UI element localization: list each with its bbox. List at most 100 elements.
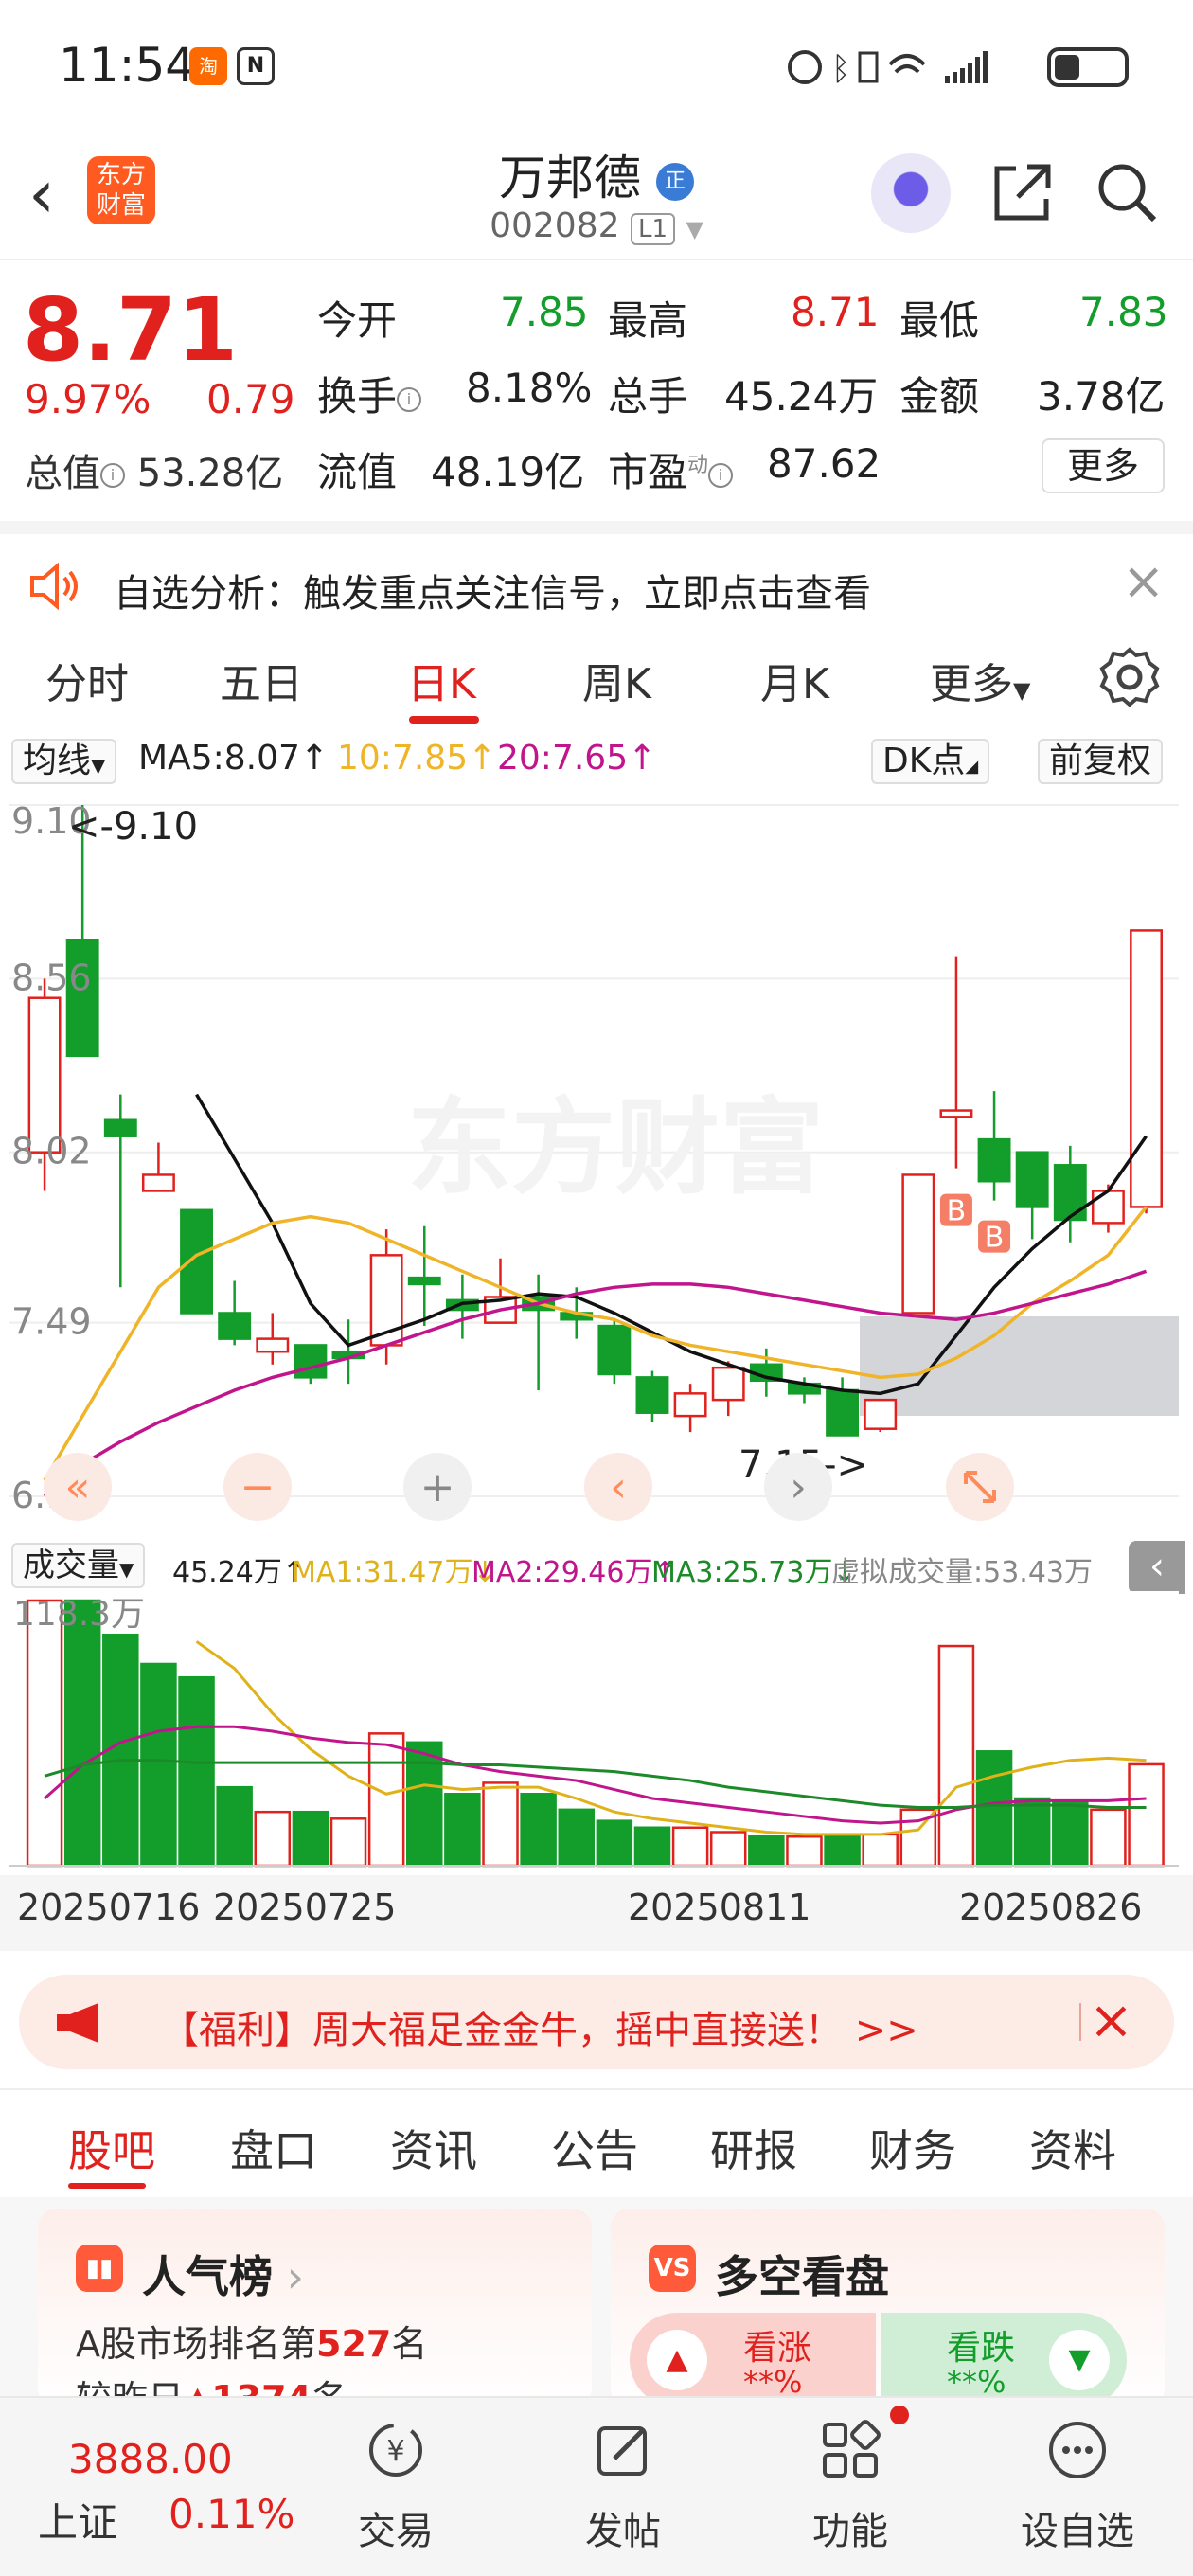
tab-profile[interactable]: 资料 <box>1029 2117 1116 2179</box>
amount-label: 金额 <box>899 373 980 420</box>
candlestick-chart[interactable]: 东方财富 BB 9.108.568.027.496.95 <-9.10 7.15… <box>9 796 1179 1534</box>
bull-label: 看涨 <box>743 2329 812 2368</box>
close-icon[interactable]: × <box>1089 1990 1133 2051</box>
candle-body <box>218 1312 252 1340</box>
index-pct: 0.11% <box>169 2491 295 2537</box>
candle-body <box>597 1324 632 1376</box>
info-icon: i <box>708 462 734 488</box>
tab-pankou[interactable]: 盘口 <box>230 2117 317 2179</box>
volume-chart[interactable]: 118.3万 <box>9 1591 1179 1875</box>
tab-news[interactable]: 资讯 <box>390 2117 477 2179</box>
candle <box>1130 929 1163 1214</box>
svg-text:−: − <box>240 1463 276 1512</box>
candle-body <box>103 1118 137 1137</box>
buy-marker: B <box>939 1193 972 1228</box>
badge-icon: 正 <box>655 162 694 201</box>
tab-research[interactable]: 研报 <box>710 2117 797 2179</box>
candle-body <box>27 996 62 1154</box>
dk-point-button[interactable]: DK点◢ <box>871 739 990 784</box>
add-watchlist-button[interactable]: 设自选 <box>1006 2417 1148 2555</box>
date-label: 20250716 <box>17 1887 201 1928</box>
popularity-title: 人气榜 › <box>142 2251 305 2302</box>
candle-body <box>635 1376 669 1414</box>
tab-daily-k[interactable]: 日K <box>407 650 476 710</box>
collapse-icon[interactable]: ‹ <box>1129 1541 1185 1594</box>
promo-banner[interactable]: 【福利】周大福足金金牛，摇中直接送！ >> × <box>19 1975 1174 2069</box>
date-label: 20250826 <box>959 1887 1143 1928</box>
notice-text: 自选分析：触发重点关注信号，立即点击查看 <box>114 572 871 616</box>
volume-bar <box>216 1785 253 1868</box>
tab-guba[interactable]: 股吧 <box>68 2117 155 2179</box>
candle-body <box>1130 929 1163 1208</box>
pe-value: 87.62 <box>767 440 881 487</box>
volume-bar <box>748 1834 785 1868</box>
svg-text:«: « <box>65 1463 91 1512</box>
volume-ma2: MA2:29.46万↑ <box>472 1556 677 1589</box>
status-time: 11:54 <box>59 38 196 93</box>
tab-monthly-k[interactable]: 月K <box>760 650 829 710</box>
tab-announcement[interactable]: 公告 <box>551 2117 638 2179</box>
volume-bar <box>671 1826 709 1868</box>
volume-selector[interactable]: 成交量▼ <box>11 1543 146 1588</box>
trade-button[interactable]: ¥ 交易 <box>325 2417 467 2555</box>
divider <box>1079 2003 1081 2041</box>
volume-bar <box>558 1808 595 1868</box>
svg-text:›: › <box>790 1463 807 1512</box>
candle-body <box>294 1344 328 1379</box>
volume-bar <box>367 1732 405 1868</box>
close-icon[interactable]: × <box>1122 551 1165 611</box>
notice-bar[interactable]: 自选分析：触发重点关注信号，立即点击查看 × <box>0 521 1193 625</box>
turnover-value: 8.18% <box>466 365 593 411</box>
total-value: 53.28亿 <box>136 452 284 495</box>
search-icon[interactable] <box>1094 159 1160 225</box>
bull-button[interactable]: ▲ 看涨 **% <box>630 2313 876 2407</box>
highlight-zone <box>860 1316 1179 1416</box>
post-button[interactable]: 发帖 <box>552 2417 694 2555</box>
popularity-card[interactable]: ▮▮ 人气榜 › A股市场排名第527名 较昨日▲1374名 <box>38 2209 592 2420</box>
tab-more[interactable]: 更多▼ <box>930 650 1030 710</box>
index-name: 上证 <box>38 2499 118 2546</box>
status-icons: ᛒ <box>788 50 988 88</box>
sentiment-card[interactable]: VS 多空看盘 ▲ 看涨 **% 看跌 **% ▼ <box>611 2209 1165 2407</box>
tab-minute[interactable]: 分时 <box>45 650 129 710</box>
bear-button[interactable]: 看跌 **% ▼ <box>881 2313 1127 2407</box>
tab-five-day[interactable]: 五日 <box>220 650 303 710</box>
candle <box>597 1319 632 1385</box>
gear-icon[interactable] <box>1098 646 1161 708</box>
tab-underline <box>68 2183 146 2189</box>
ma-selector[interactable]: 均线▼ <box>11 739 117 784</box>
wifi-icon <box>888 54 926 74</box>
ai-assistant-icon[interactable] <box>871 153 951 233</box>
function-button[interactable]: 功能 <box>779 2417 921 2555</box>
tab-weekly-k[interactable]: 周K <box>582 650 651 710</box>
volume-bar <box>178 1675 215 1868</box>
candle <box>901 1173 935 1315</box>
volume-bar <box>1090 1808 1127 1868</box>
volume-bar <box>406 1741 443 1868</box>
volume-bar <box>862 1833 899 1868</box>
grid-icon <box>823 2420 881 2478</box>
amount-value: 3.78亿 <box>1037 373 1166 420</box>
tab-finance[interactable]: 财务 <box>869 2117 956 2179</box>
high-label: 最高 <box>608 297 688 344</box>
volume-max-label: 118.3万 <box>13 1595 145 1634</box>
share-icon[interactable] <box>989 159 1056 225</box>
date-axis: 20250716 20250725 20250811 20250826 <box>0 1875 1193 1951</box>
float-value-label: 流值 <box>317 449 398 495</box>
volume-ma3: MA3:25.73万↓ <box>651 1556 857 1589</box>
notification-dot <box>890 2406 909 2424</box>
megaphone-icon <box>57 2003 98 2043</box>
post-label: 发帖 <box>585 2510 661 2553</box>
adjust-button[interactable]: 前复权 <box>1038 739 1164 784</box>
edit-icon <box>597 2426 647 2476</box>
y-tick-label: 8.02 <box>11 1131 92 1172</box>
max-marker: <-9.10 <box>68 805 198 849</box>
candle-body <box>180 1208 213 1315</box>
buy-marker: B <box>978 1220 1011 1255</box>
volume-bar <box>520 1793 557 1868</box>
more-button[interactable]: 更多 <box>1042 438 1165 493</box>
status-bar: 11:54 淘 N ᛒ <box>0 0 1193 133</box>
date-label: 20250725 <box>213 1887 397 1928</box>
svg-text:B: B <box>985 1222 1005 1255</box>
volume-row: 成交量▼ 45.24万↑ MA1:31.47万↓ MA2:29.46万↑ MA3… <box>0 1539 1193 1596</box>
